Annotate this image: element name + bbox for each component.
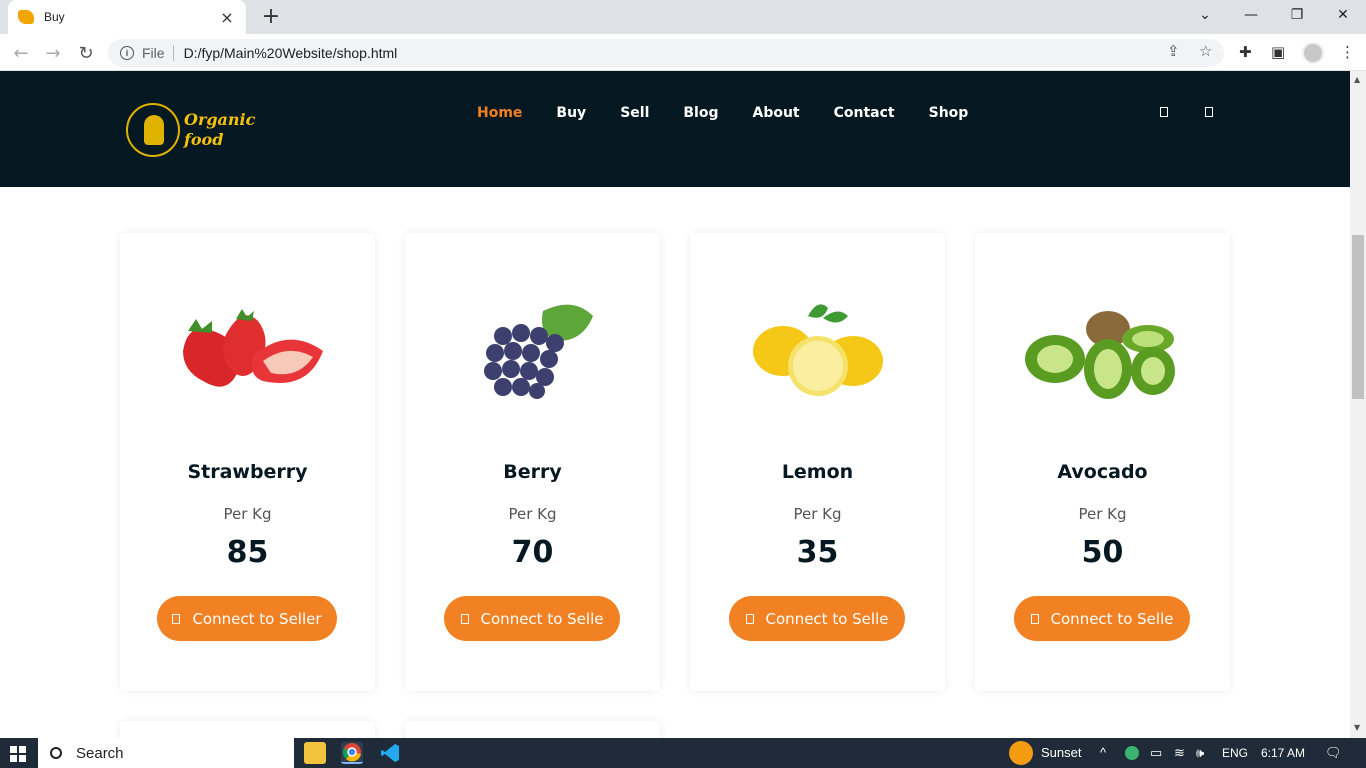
clock[interactable]: 6:17 AM: [1261, 746, 1305, 760]
button-label: Connect to Selle: [480, 609, 604, 628]
phone-icon: [745, 613, 754, 624]
product-card-partial: [405, 721, 660, 738]
nav-home[interactable]: Home: [477, 105, 522, 121]
profile-avatar[interactable]: [1302, 42, 1324, 64]
wifi-icon[interactable]: ≋: [1174, 745, 1185, 761]
bookmark-star-icon[interactable]: ☆: [1199, 42, 1212, 60]
phone-icon: [460, 613, 469, 624]
product-card: Berry Per Kg 70 Connect to Selle: [405, 233, 660, 691]
site-logo[interactable]: Organic food: [126, 103, 255, 157]
scrollbar-thumb[interactable]: [1352, 235, 1364, 399]
site-favicon-icon: [18, 10, 34, 24]
app-tray-icon[interactable]: [1125, 746, 1139, 760]
vscode-icon[interactable]: [379, 742, 401, 764]
language-indicator[interactable]: ENG: [1222, 746, 1248, 760]
nav-buy[interactable]: Buy: [556, 105, 586, 121]
browser-tab-strip: Buy × + ⌄ — ❐ ✕: [0, 0, 1366, 34]
phone-icon: [1030, 613, 1039, 624]
minimize-button[interactable]: —: [1228, 0, 1274, 30]
product-card: Avocado Per Kg 50 Connect to Selle: [975, 233, 1230, 691]
scroll-up-icon[interactable]: ▲: [1354, 75, 1360, 84]
search-icon[interactable]: [1205, 107, 1213, 117]
tab-title: Buy: [44, 10, 65, 24]
product-name: Strawberry: [187, 461, 308, 483]
site-info-icon[interactable]: i: [120, 46, 134, 60]
product-price: 70: [511, 535, 554, 570]
main-nav: Home Buy Sell Blog About Contact Shop: [477, 105, 1002, 121]
connect-to-seller-button[interactable]: Connect to Seller: [157, 596, 337, 641]
phone-icon: [172, 613, 181, 624]
battery-icon[interactable]: ▭: [1150, 745, 1162, 761]
forward-button[interactable]: →: [40, 40, 66, 66]
file-explorer-icon[interactable]: [304, 742, 326, 764]
notification-icon[interactable]: 🗨: [1325, 745, 1342, 761]
windows-taskbar: Search Sunset ^ ▭ ≋ 🕪 ENG 6:17 AM 🗨: [0, 738, 1366, 768]
nav-contact[interactable]: Contact: [834, 105, 895, 121]
volume-icon[interactable]: 🕪: [1196, 745, 1204, 761]
address-divider: [172, 45, 174, 61]
address-bar[interactable]: i File D:/fyp/Main%20Website/shop.html: [108, 39, 1224, 67]
browser-menu-icon[interactable]: ⋮: [1340, 43, 1355, 61]
back-button[interactable]: ←: [8, 40, 34, 66]
farmer-emblem-icon: [126, 103, 180, 157]
scroll-down-icon[interactable]: ▼: [1354, 723, 1360, 732]
product-unit: Per Kg: [1078, 505, 1127, 523]
page-viewport: Organic food Home Buy Sell Blog About Co…: [0, 71, 1350, 738]
button-label: Connect to Selle: [765, 609, 889, 628]
logo-text-line2: food: [184, 130, 224, 149]
product-unit: Per Kg: [793, 505, 842, 523]
product-price: 85: [226, 535, 269, 570]
extensions-puzzle-icon[interactable]: ✚: [1239, 43, 1252, 61]
product-name: Lemon: [781, 461, 854, 483]
weather-sunset-icon[interactable]: [1009, 741, 1033, 765]
product-card: Lemon Per Kg 35 Connect to Selle: [690, 233, 945, 691]
taskbar-search[interactable]: Search: [38, 738, 294, 768]
tab-search-chevron-icon[interactable]: ⌄: [1182, 0, 1228, 30]
product-unit: Per Kg: [223, 505, 272, 523]
page-scrollbar[interactable]: ▲ ▼: [1350, 71, 1366, 738]
nav-sell[interactable]: Sell: [620, 105, 649, 121]
product-unit: Per Kg: [508, 505, 557, 523]
connect-to-seller-button[interactable]: Connect to Selle: [1014, 596, 1190, 641]
reload-button[interactable]: ↻: [73, 40, 99, 66]
logo-text-line1: Organic: [184, 110, 256, 129]
connect-to-seller-button[interactable]: Connect to Selle: [729, 596, 905, 641]
nav-blog[interactable]: Blog: [683, 105, 718, 121]
address-scheme-label: File: [142, 45, 165, 61]
close-tab-icon[interactable]: ×: [218, 8, 236, 27]
restore-button[interactable]: ❐: [1274, 0, 1320, 30]
share-icon[interactable]: ⇪: [1167, 42, 1180, 60]
strawberry-image: [160, 263, 335, 438]
new-tab-button[interactable]: +: [258, 4, 284, 29]
lemon-image: [730, 263, 905, 438]
chrome-icon[interactable]: [341, 742, 363, 764]
product-name: Avocado: [1057, 461, 1148, 483]
button-label: Connect to Seller: [192, 609, 322, 628]
grapes-image: [445, 263, 620, 438]
address-url: D:/fyp/Main%20Website/shop.html: [183, 45, 398, 61]
kiwi-image: [1015, 263, 1190, 438]
weather-label[interactable]: Sunset: [1041, 745, 1081, 760]
nav-shop[interactable]: Shop: [929, 105, 969, 121]
browser-toolbar: ← → ↻ i File D:/fyp/Main%20Website/shop.…: [0, 34, 1366, 71]
close-window-button[interactable]: ✕: [1320, 0, 1366, 30]
search-icon: [50, 747, 62, 759]
browser-tab[interactable]: Buy ×: [8, 0, 246, 34]
product-price: 50: [1081, 535, 1124, 570]
product-card-partial: [120, 721, 375, 738]
connect-to-seller-button[interactable]: Connect to Selle: [444, 596, 620, 641]
product-card: Strawberry Per Kg 85 Connect to Seller: [120, 233, 375, 691]
side-panel-icon[interactable]: ▣: [1271, 43, 1285, 61]
nav-about[interactable]: About: [752, 105, 799, 121]
product-name: Berry: [503, 461, 562, 483]
site-header: Organic food Home Buy Sell Blog About Co…: [0, 71, 1350, 187]
cart-icon[interactable]: [1160, 107, 1168, 117]
show-hidden-icons-chevron-icon[interactable]: ^: [1100, 745, 1106, 760]
product-price: 35: [796, 535, 839, 570]
button-label: Connect to Selle: [1050, 609, 1174, 628]
taskbar-search-label: Search: [76, 744, 124, 762]
windows-start-icon[interactable]: [10, 746, 26, 762]
